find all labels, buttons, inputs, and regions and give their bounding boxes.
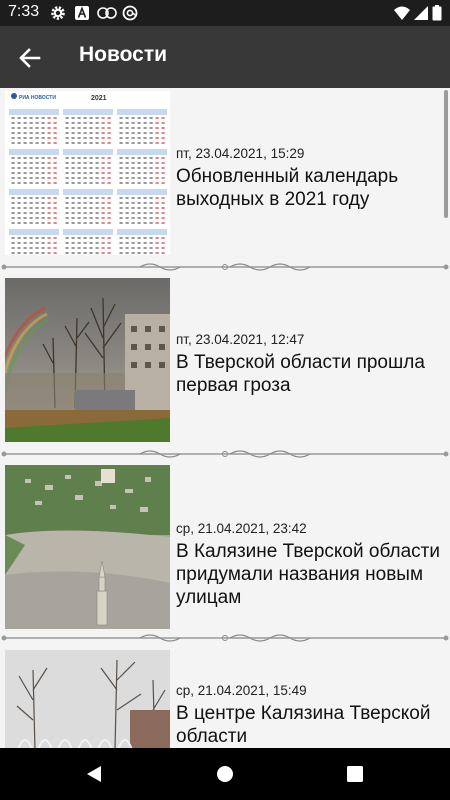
app-bar: Новости — [0, 26, 450, 88]
cc-icon — [97, 7, 117, 19]
status-time: 7:33 — [8, 3, 40, 20]
scrollbar[interactable] — [444, 90, 448, 218]
fountain-thumbnail — [5, 650, 170, 748]
news-item[interactable]: ср, 21.04.2021, 23:42 В Калязине Тверско… — [0, 462, 450, 632]
news-title[interactable]: В Калязине Тверской области придумали на… — [176, 540, 441, 609]
at-circle-icon — [122, 5, 138, 21]
status-bar: 7:33 — [0, 0, 450, 26]
back-triangle-icon[interactable] — [80, 760, 108, 788]
signal-icon — [414, 6, 428, 20]
page-title: Новости — [79, 43, 168, 66]
calendar-brand: РИА НОВОСТИ — [19, 95, 56, 101]
wifi-icon — [394, 6, 410, 20]
battery-icon — [432, 5, 442, 21]
ornament-divider — [1, 634, 449, 642]
news-title[interactable]: Обновленный календарь выходных в 2021 го… — [176, 165, 441, 211]
news-date: ср, 21.04.2021, 23:42 — [176, 521, 307, 536]
news-date: ср, 21.04.2021, 15:49 — [176, 683, 307, 698]
news-date: пт, 23.04.2021, 12:47 — [176, 332, 305, 347]
ornament-divider — [1, 450, 449, 458]
nav-bar — [0, 748, 450, 800]
a-square-icon — [75, 6, 89, 20]
news-item[interactable]: ср, 21.04.2021, 15:49 В центре Калязина … — [0, 647, 450, 748]
news-list[interactable]: РИА НОВОСТИ 2021 пт, 23.04.2021, 15:29 О… — [0, 88, 450, 748]
calendar-year: 2021 — [91, 95, 107, 102]
news-item[interactable]: пт, 23.04.2021, 12:47 В Тверской области… — [0, 275, 450, 445]
home-circle-icon[interactable] — [211, 760, 239, 788]
arrow-left-icon[interactable] — [14, 42, 46, 74]
gear-icon — [51, 6, 65, 20]
rainbow-thumbnail — [5, 278, 170, 442]
news-date: пт, 23.04.2021, 15:29 — [176, 146, 305, 161]
recents-square-icon[interactable] — [341, 760, 369, 788]
news-title[interactable]: В Тверской области прошла первая гроза — [176, 351, 441, 397]
news-item[interactable]: РИА НОВОСТИ 2021 пт, 23.04.2021, 15:29 О… — [0, 88, 450, 258]
aerial-town-thumbnail — [5, 465, 170, 629]
ornament-divider — [1, 263, 449, 271]
calendar-thumbnail: РИА НОВОСТИ 2021 — [5, 91, 170, 255]
news-title[interactable]: В центре Калязина Тверской области — [176, 702, 441, 748]
